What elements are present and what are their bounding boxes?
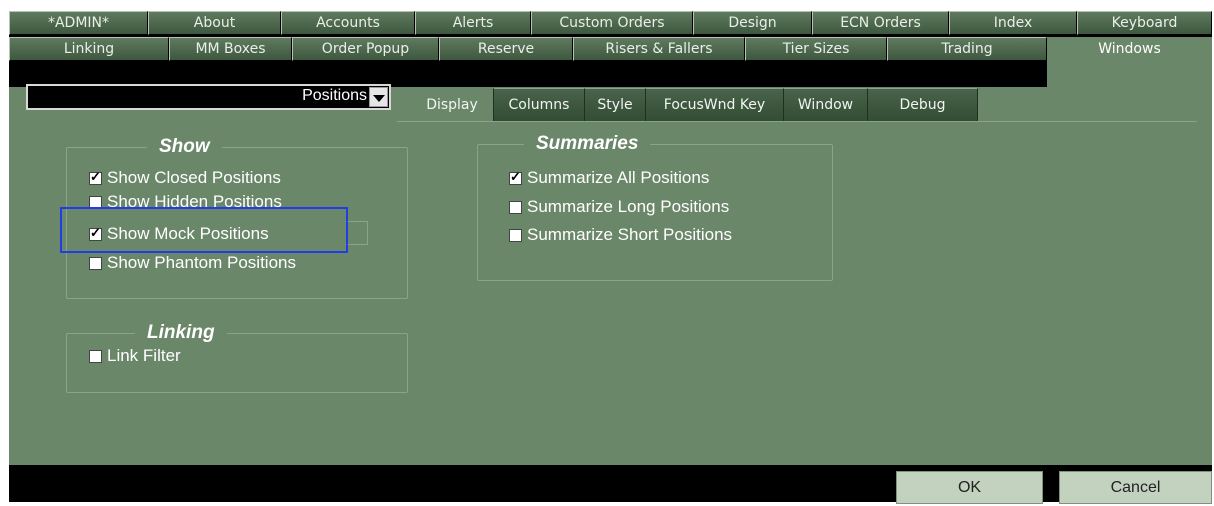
tab-alerts[interactable]: Alerts [415, 11, 531, 35]
show-phantom-positions-checkbox[interactable]: Show Phantom Positions [89, 252, 296, 274]
cancel-button[interactable]: Cancel [1059, 471, 1212, 504]
tab-accounts[interactable]: Accounts [281, 11, 415, 35]
link-filter-checkbox[interactable]: Link Filter [89, 345, 181, 367]
tab-ecn-orders[interactable]: ECN Orders [812, 11, 949, 35]
window-type-select[interactable]: Positions [26, 84, 391, 110]
highlight-box [60, 207, 348, 253]
checkbox-unchecked-icon[interactable] [89, 349, 102, 363]
checkbox-label: Show Closed Positions [107, 168, 281, 187]
tab-linking[interactable]: Linking [9, 37, 169, 61]
ok-button[interactable]: OK [896, 471, 1043, 504]
checkbox-unchecked-icon[interactable] [89, 256, 102, 270]
checkbox-label: Summarize All Positions [527, 168, 710, 187]
subtab-window[interactable]: Window [784, 88, 868, 121]
subtab-display[interactable]: Display [411, 88, 494, 121]
chevron-down-icon[interactable] [369, 87, 388, 107]
checkbox-label: Summarize Short Positions [527, 225, 733, 244]
subtab-style[interactable]: Style [585, 88, 646, 121]
tab-row-2: Linking MM Boxes Order Popup Reserve Ris… [9, 37, 1212, 87]
tab-order-popup[interactable]: Order Popup [292, 37, 439, 61]
checkbox-label: Show Phantom Positions [107, 253, 296, 272]
checkbox-checked-icon[interactable] [509, 169, 522, 185]
show-group-title: Show [147, 136, 222, 158]
linking-group-title: Linking [135, 322, 227, 344]
tab-risers-fallers[interactable]: Risers & Fallers [573, 37, 745, 61]
tab-reserve[interactable]: Reserve [439, 37, 573, 61]
show-closed-positions-checkbox[interactable]: Show Closed Positions [89, 167, 281, 189]
subtab-debug[interactable]: Debug [868, 88, 978, 121]
summaries-group-title: Summaries [524, 133, 651, 153]
window-type-value: Positions [302, 87, 367, 104]
checkbox-unchecked-icon[interactable] [509, 200, 522, 214]
tab-tier-sizes[interactable]: Tier Sizes [745, 37, 887, 61]
checkbox-unchecked-icon[interactable] [509, 228, 522, 242]
tab-design[interactable]: Design [693, 11, 812, 35]
checkbox-label: Summarize Long Positions [527, 197, 730, 216]
tab-trading[interactable]: Trading [887, 37, 1047, 61]
subtab-focuswnd-key[interactable]: FocusWnd Key [646, 88, 784, 121]
tab-index[interactable]: Index [949, 11, 1077, 35]
summarize-short-positions-checkbox[interactable]: Summarize Short Positions [509, 224, 732, 246]
tab-keyboard[interactable]: Keyboard [1077, 11, 1212, 35]
tab-windows[interactable]: Windows [1047, 37, 1212, 87]
tab-about[interactable]: About [148, 11, 281, 35]
checkbox-checked-icon[interactable] [89, 169, 102, 185]
tab-row-1: *ADMIN* About Accounts Alerts Custom Ord… [9, 11, 1212, 35]
summarize-long-positions-checkbox[interactable]: Summarize Long Positions [509, 196, 729, 218]
tab-admin[interactable]: *ADMIN* [9, 11, 148, 35]
summarize-all-positions-checkbox[interactable]: Summarize All Positions [509, 167, 709, 189]
tab-mm-boxes[interactable]: MM Boxes [169, 37, 292, 61]
subtab-divider [397, 121, 1197, 122]
subtab-columns[interactable]: Columns [494, 88, 585, 121]
focus-outline [345, 221, 368, 245]
checkbox-label: Link Filter [107, 346, 181, 365]
tab-custom-orders[interactable]: Custom Orders [531, 11, 693, 35]
